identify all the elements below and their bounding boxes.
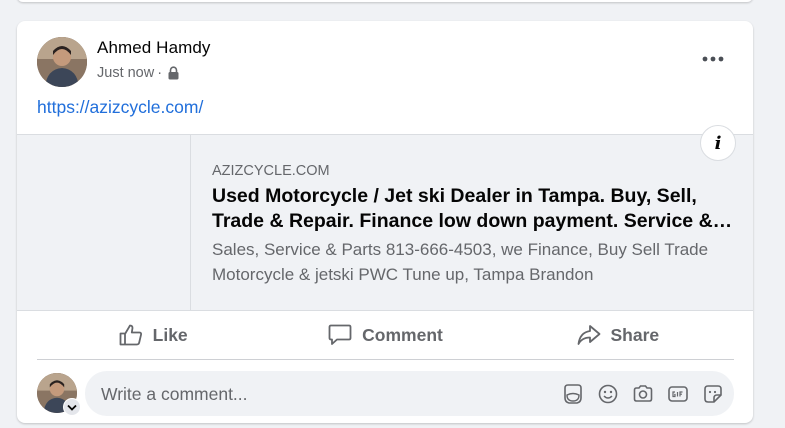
- meta-separator: ·: [157, 65, 163, 81]
- like-label: Like: [152, 324, 188, 345]
- like-icon: [119, 324, 142, 346]
- comment-label: Comment: [362, 324, 443, 345]
- gif-icon[interactable]: [667, 383, 689, 405]
- more-options-button[interactable]: [695, 45, 731, 73]
- comment-tools: [562, 383, 724, 405]
- link-preview[interactable]: AZIZCYCLE.COM Used Motorcycle / Jet ski …: [17, 134, 753, 311]
- chevron-down-icon[interactable]: [63, 398, 81, 416]
- author-avatar[interactable]: [37, 37, 87, 87]
- emoji-icon[interactable]: [597, 383, 619, 405]
- comment-box: [85, 371, 734, 418]
- share-label: Share: [610, 324, 660, 345]
- camera-icon[interactable]: [632, 383, 654, 405]
- share-button[interactable]: Share: [502, 311, 734, 359]
- preview-domain: AZIZCYCLE.COM: [212, 163, 330, 179]
- comment-icon: [328, 324, 352, 345]
- preview-title[interactable]: Used Motorcycle / Jet ski Dealer in Tamp…: [212, 184, 740, 234]
- comment-input[interactable]: [99, 371, 533, 418]
- lock-icon[interactable]: [168, 66, 179, 80]
- author-name[interactable]: Ahmed Hamdy: [97, 38, 211, 58]
- more-icon: [702, 56, 724, 62]
- action-bar: Like Comment Share: [37, 311, 734, 360]
- avatar-sticker-icon[interactable]: [562, 383, 584, 405]
- post-meta: Just now ·: [97, 65, 179, 81]
- share-icon: [577, 325, 600, 345]
- post-link[interactable]: https://azizcycle.com/: [37, 97, 203, 118]
- like-button[interactable]: Like: [37, 311, 269, 359]
- sticker-icon[interactable]: [702, 383, 724, 405]
- previous-post-card: [17, 0, 753, 2]
- comment-button[interactable]: Comment: [269, 311, 501, 359]
- info-button[interactable]: i: [700, 125, 736, 161]
- preview-description: Sales, Service & Parts 813-666-4503, we …: [212, 240, 709, 284]
- preview-thumbnail[interactable]: [17, 135, 191, 310]
- post-card: Ahmed Hamdy Just now · https://azizcycle…: [17, 21, 753, 423]
- post-timestamp[interactable]: Just now: [97, 65, 154, 81]
